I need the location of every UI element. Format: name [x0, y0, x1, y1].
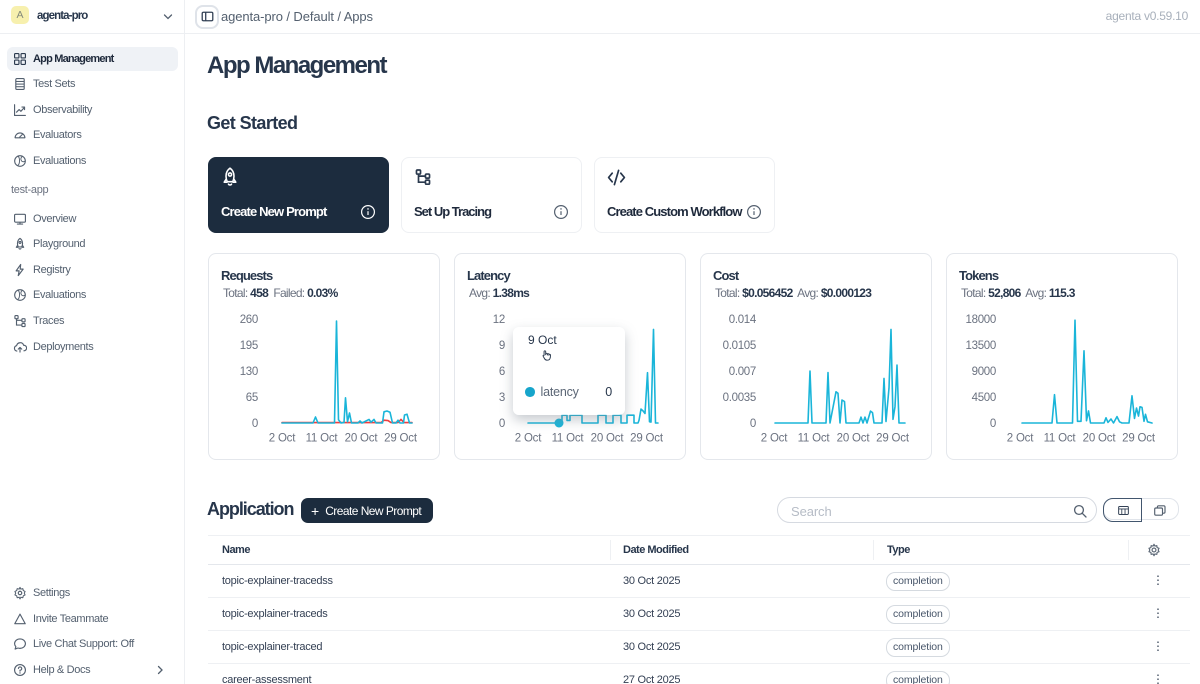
- svg-text:20 Oct: 20 Oct: [1083, 433, 1117, 445]
- svg-text:11 Oct: 11 Oct: [798, 433, 831, 445]
- svg-text:12: 12: [493, 314, 505, 326]
- svg-text:0: 0: [252, 418, 258, 430]
- svg-text:0: 0: [499, 418, 505, 430]
- svg-text:195: 195: [240, 340, 258, 352]
- svg-text:6: 6: [499, 366, 505, 378]
- svg-text:9000: 9000: [972, 366, 996, 378]
- svg-text:0: 0: [750, 418, 756, 430]
- svg-text:13500: 13500: [966, 340, 996, 352]
- svg-text:11 Oct: 11 Oct: [1044, 433, 1077, 445]
- svg-text:0.0035: 0.0035: [723, 392, 756, 404]
- svg-text:20 Oct: 20 Oct: [345, 433, 379, 445]
- svg-text:2 Oct: 2 Oct: [269, 433, 296, 445]
- svg-text:18000: 18000: [966, 314, 996, 326]
- svg-text:4500: 4500: [972, 392, 996, 404]
- svg-text:29 Oct: 29 Oct: [630, 433, 664, 445]
- svg-text:20 Oct: 20 Oct: [837, 433, 871, 445]
- svg-text:0.007: 0.007: [729, 366, 756, 378]
- svg-text:29 Oct: 29 Oct: [876, 433, 910, 445]
- svg-text:65: 65: [246, 392, 258, 404]
- svg-text:130: 130: [240, 366, 258, 378]
- svg-text:0.014: 0.014: [729, 314, 757, 326]
- svg-text:2 Oct: 2 Oct: [1007, 433, 1034, 445]
- svg-text:9: 9: [499, 340, 505, 352]
- svg-text:2 Oct: 2 Oct: [515, 433, 542, 445]
- svg-text:0: 0: [990, 418, 996, 430]
- svg-text:29 Oct: 29 Oct: [1122, 433, 1156, 445]
- svg-text:260: 260: [240, 314, 258, 326]
- svg-text:11 Oct: 11 Oct: [552, 433, 585, 445]
- svg-text:2 Oct: 2 Oct: [761, 433, 788, 445]
- svg-text:0.0105: 0.0105: [723, 340, 756, 352]
- svg-text:29 Oct: 29 Oct: [384, 433, 418, 445]
- svg-text:11 Oct: 11 Oct: [306, 433, 339, 445]
- svg-text:3: 3: [499, 392, 505, 404]
- svg-text:20 Oct: 20 Oct: [591, 433, 625, 445]
